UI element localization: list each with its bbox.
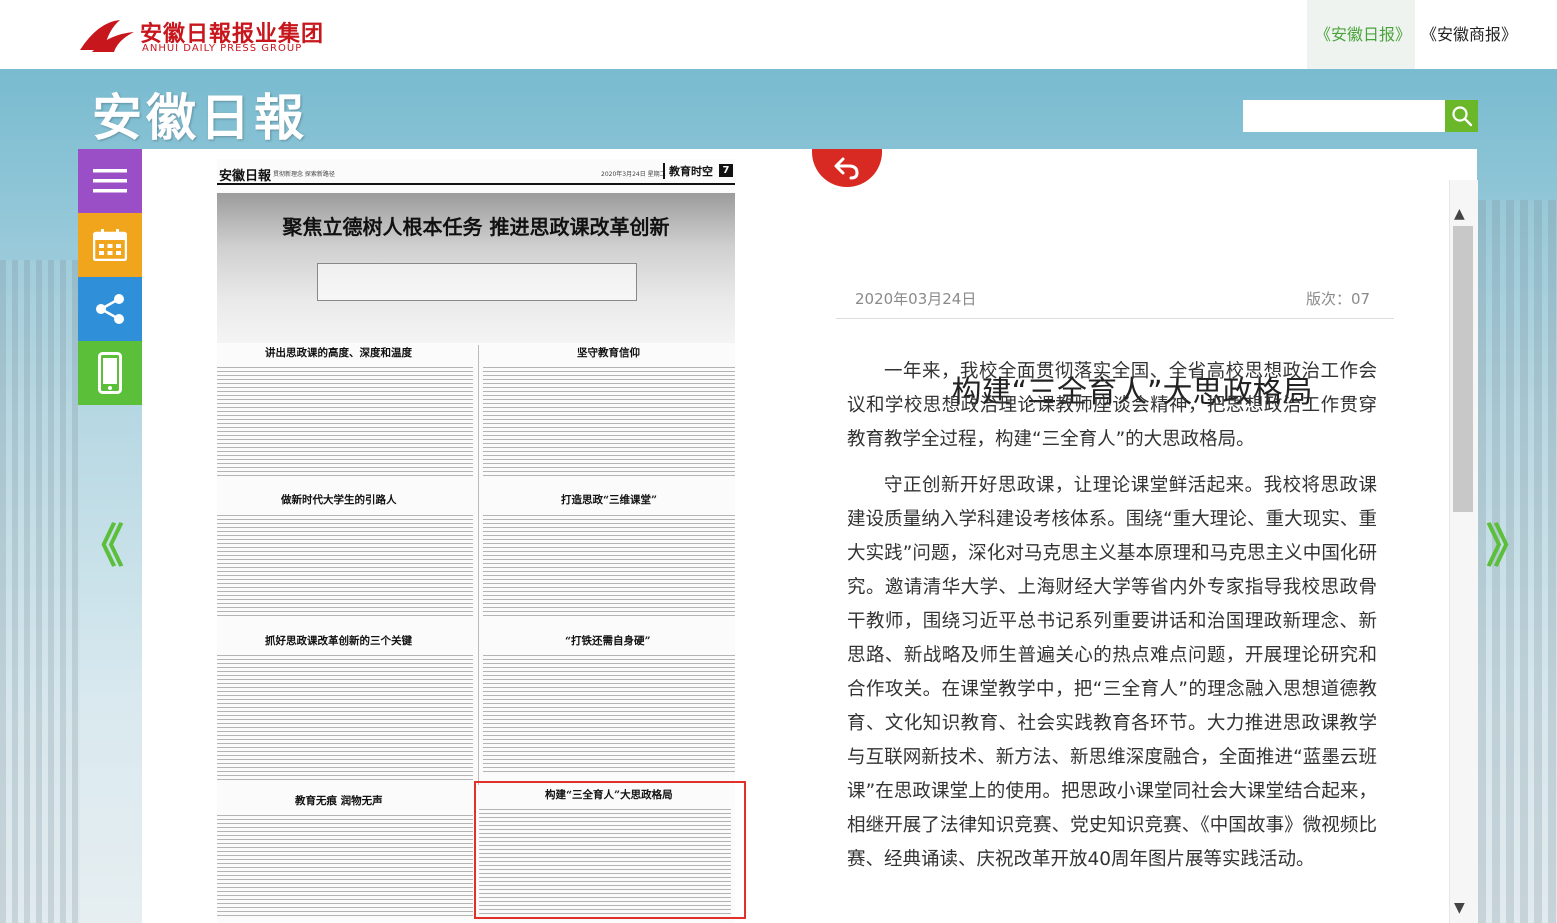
calendar-icon <box>93 229 127 261</box>
menu-icon <box>93 169 127 193</box>
article-paragraph: 守正创新开好思政课，让理论课堂鲜活起来。我校将思政课建设质量纳入学科建设考核体系… <box>847 475 1377 870</box>
paper-section: 教育时空 <box>663 163 713 179</box>
scroll-down-icon[interactable]: ▼ <box>1454 900 1465 916</box>
share-icon <box>96 294 124 324</box>
paper-section-title: 讲出思政课的高度、深度和温度 <box>265 347 412 359</box>
mobile-icon <box>98 352 122 394</box>
search-icon <box>1451 106 1472 127</box>
press-group-logo-icon[interactable] <box>78 16 138 56</box>
paper-column-text <box>217 367 473 479</box>
paper-column-divider <box>478 345 479 785</box>
paper-header-rule <box>217 183 735 185</box>
masthead-title: 安徽日報 <box>92 88 308 147</box>
paper-column-text <box>483 515 735 619</box>
tab-anhui-daily[interactable]: 《安徽日报》 <box>1307 0 1415 69</box>
background-skyline-left <box>0 260 80 923</box>
logo-subtext: ANHUI DAILY PRESS GROUP <box>142 43 303 54</box>
paper-banner-title: 聚焦立德树人根本任务 推进思政课改革创新 <box>282 215 670 239</box>
search-button[interactable] <box>1445 100 1478 132</box>
scrollbar-thumb[interactable] <box>1453 226 1473 512</box>
calendar-button[interactable] <box>78 213 142 277</box>
article-page-label: 版次：07 <box>1306 290 1371 308</box>
article-body: 一年来，我校全面贯彻落实全国、全省高校思想政治工作会议和学校思想政治理论课教师座… <box>847 355 1377 889</box>
paper-column-text <box>217 515 473 619</box>
article-date: 2020年03月24日 <box>855 290 977 308</box>
tab-anhui-business[interactable]: 《安徽商报》 <box>1413 0 1525 69</box>
paper-section-title: 抓好思政课改革创新的三个关键 <box>265 635 412 647</box>
paper-lead-box <box>317 263 637 301</box>
share-button[interactable] <box>78 277 142 341</box>
article-paragraph: 一年来，我校全面贯彻落实全国、全省高校思想政治工作会议和学校思想政治理论课教师座… <box>847 361 1377 450</box>
mobile-button[interactable] <box>78 341 142 405</box>
paper-column-text <box>483 655 735 775</box>
paper-logo: 安徽日報 <box>219 169 272 184</box>
paper-section-title: “打铁还需自身硬” <box>565 635 651 647</box>
paper-date: 2020年3月24日 星期二 <box>601 171 666 178</box>
paper-slogan: 贯彻新理念 探索新路径 <box>273 171 335 178</box>
menu-button[interactable] <box>78 149 142 213</box>
meta-divider <box>836 318 1394 319</box>
next-page-arrow[interactable]: 》 <box>1486 510 1532 576</box>
paper-page-number: 7 <box>719 164 733 177</box>
paper-column-text <box>483 367 735 479</box>
top-header: 安徽日報报业集团 ANHUI DAILY PRESS GROUP 《安徽日报》 … <box>0 0 1557 69</box>
scroll-up-icon[interactable]: ▲ <box>1454 206 1465 222</box>
paper-section-title: 坚守教育信仰 <box>577 347 640 359</box>
paper-section-title: 打造思政“三维课堂” <box>561 494 658 506</box>
paper-column-text <box>217 655 473 783</box>
paper-section-title: 做新时代大学生的引路人 <box>281 494 397 506</box>
selected-article-highlight[interactable] <box>474 781 746 919</box>
back-arrow-icon <box>834 157 859 180</box>
paper-section-title: 教育无痕 润物无声 <box>295 795 383 807</box>
paper-column-text <box>217 815 473 919</box>
search-input[interactable] <box>1243 100 1445 132</box>
prev-page-arrow[interactable]: 《 <box>78 510 124 576</box>
